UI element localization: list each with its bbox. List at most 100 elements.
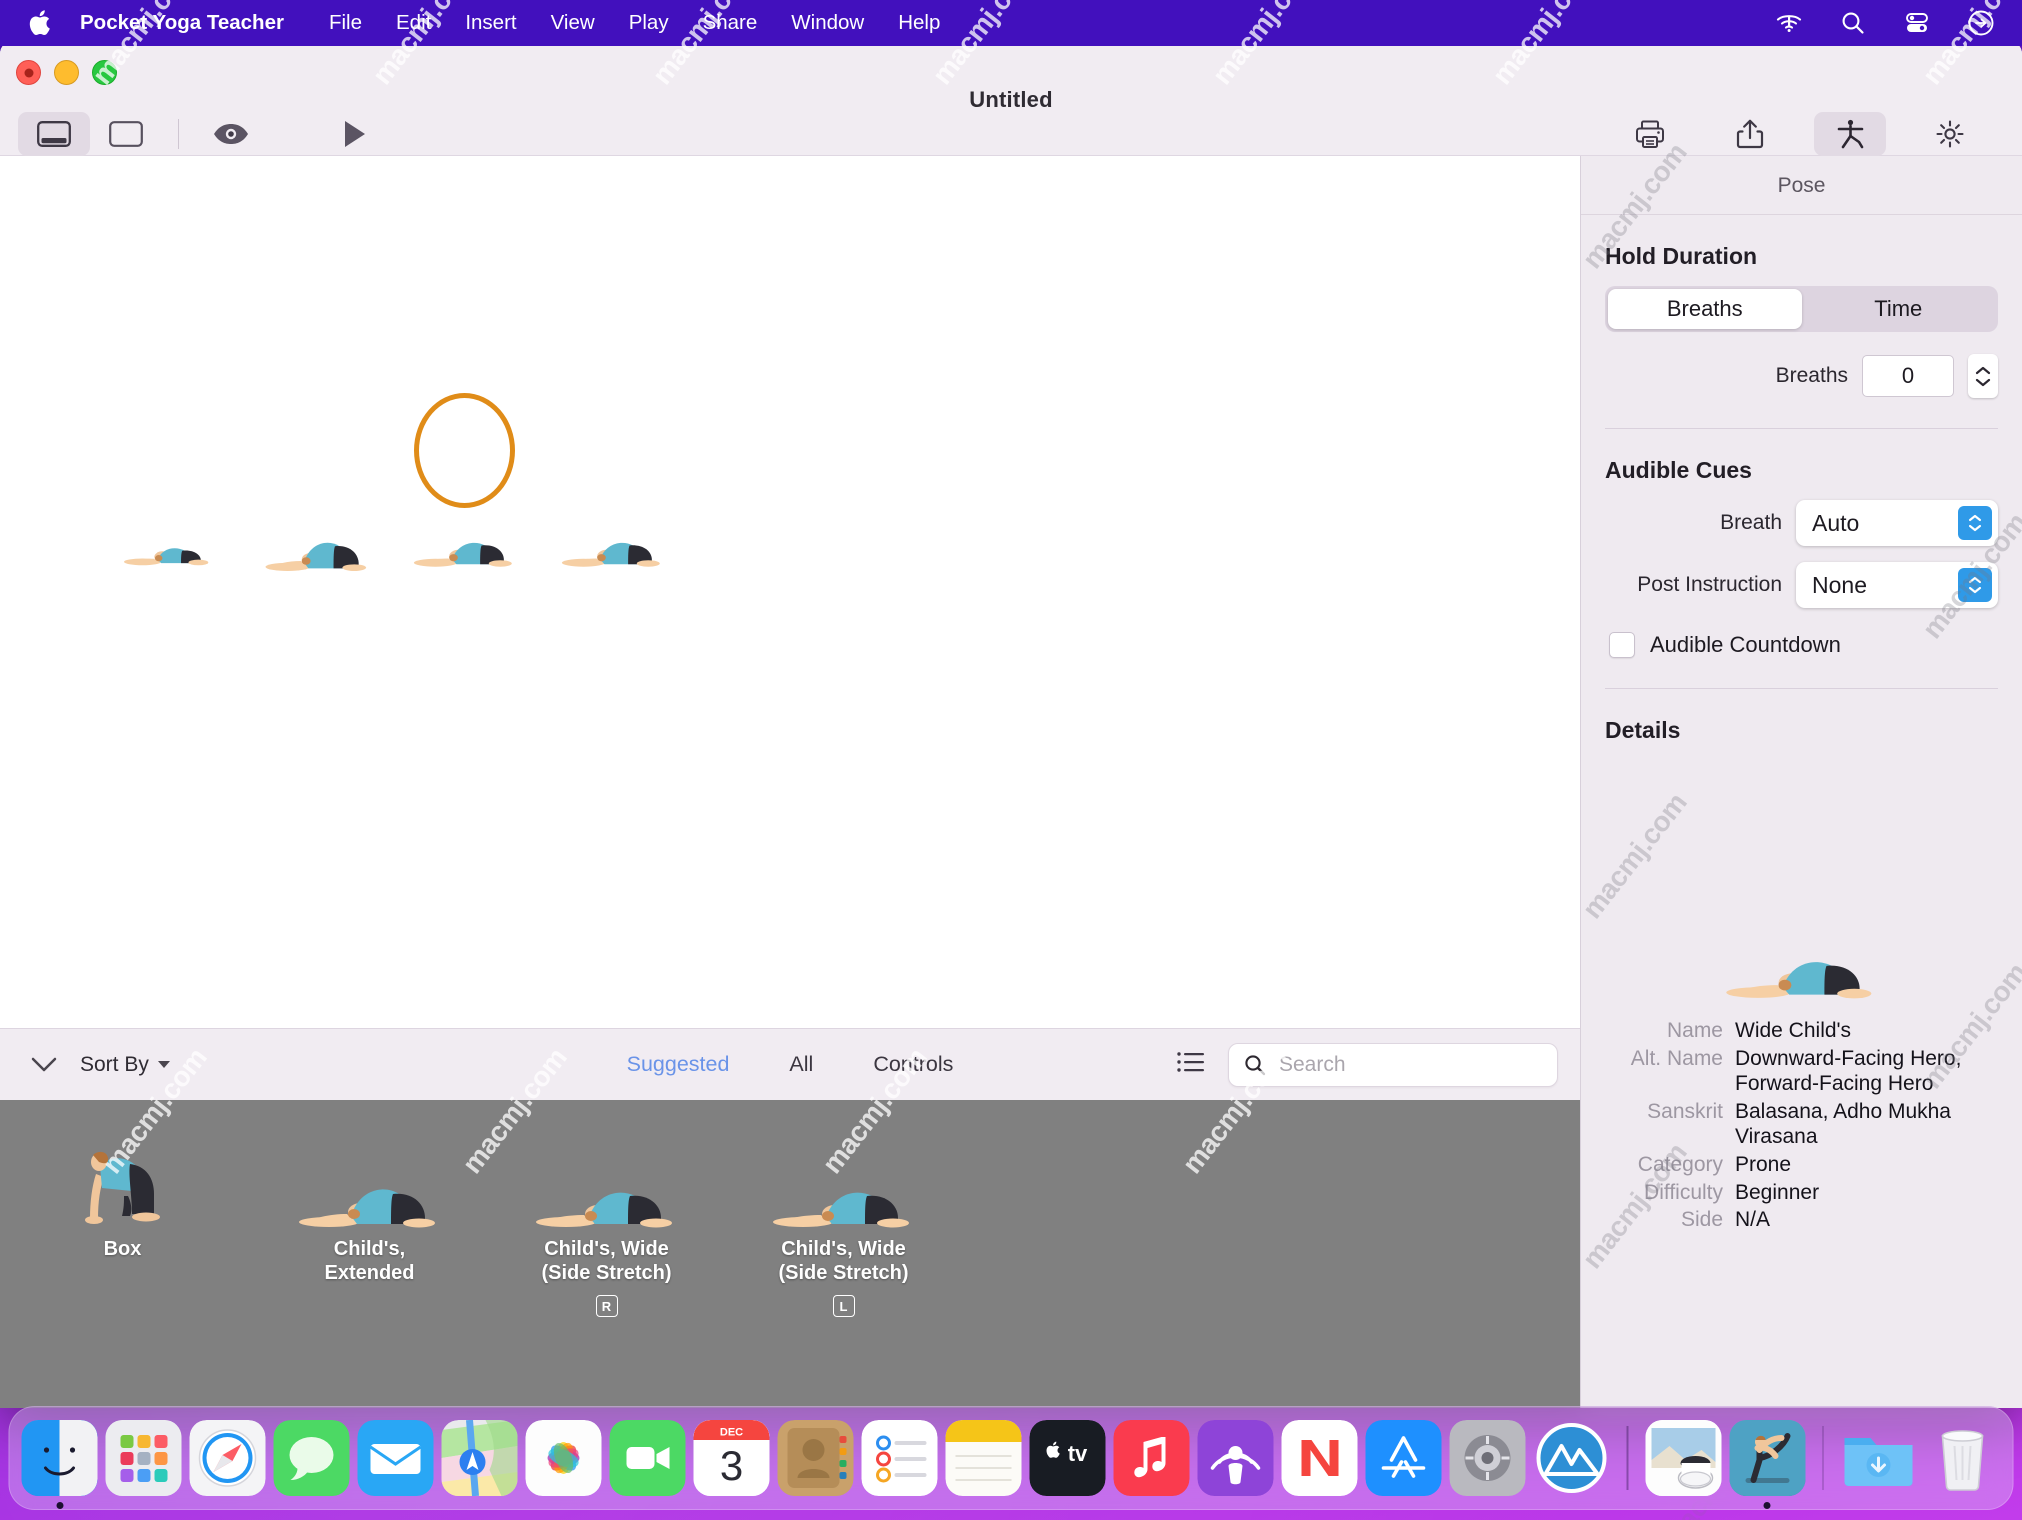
dock-item-preview[interactable] xyxy=(1645,1420,1721,1496)
audible-countdown-label: Audible Countdown xyxy=(1650,632,1841,657)
chevron-updown-icon xyxy=(1958,568,1992,602)
menu-play[interactable]: Play xyxy=(612,0,686,46)
pose-inspector-icon[interactable] xyxy=(1814,112,1886,156)
tab-all[interactable]: All xyxy=(789,1052,813,1077)
maximize-button[interactable] xyxy=(92,60,117,85)
settings-gear-icon[interactable] xyxy=(1914,112,1986,156)
search-input[interactable] xyxy=(1279,1052,1539,1077)
menu-insert[interactable]: Insert xyxy=(448,0,533,46)
control-center-icon[interactable] xyxy=(1902,8,1932,38)
search-box[interactable] xyxy=(1228,1042,1558,1087)
print-icon[interactable] xyxy=(1614,112,1686,156)
dock-item-appstore[interactable] xyxy=(1365,1420,1442,1496)
library-item[interactable]: Child's, Wide (Side Stretch) R xyxy=(494,1140,719,1318)
dock-item-notes[interactable] xyxy=(945,1420,1022,1496)
menu-app-name[interactable]: Pocket Yoga Teacher xyxy=(76,0,312,46)
dock-item-finder[interactable] xyxy=(21,1420,98,1509)
details-row-side: Side N/A xyxy=(1605,1207,1998,1233)
details-value: Wide Child's xyxy=(1735,1019,1852,1042)
dock-item-safari[interactable] xyxy=(189,1420,266,1496)
running-indicator xyxy=(56,1502,63,1509)
details-value: Prone xyxy=(1735,1153,1792,1177)
dock-item-downloads-folder[interactable] xyxy=(1841,1420,1917,1496)
dock-item-launchpad[interactable] xyxy=(105,1420,182,1496)
menu-window[interactable]: Window xyxy=(774,0,881,46)
post-instruction-value: None xyxy=(1812,571,1867,598)
segment-breaths[interactable]: Breaths xyxy=(1608,289,1802,329)
wifi-alert-icon[interactable] xyxy=(1774,8,1804,38)
library-item-label: Child's, Wide (Side Stretch) xyxy=(541,1238,672,1284)
post-instruction-select[interactable]: None xyxy=(1796,562,1998,608)
tab-suggested[interactable]: Suggested xyxy=(627,1052,730,1077)
details-key: Side xyxy=(1680,1208,1723,1232)
hold-duration-segmented-control[interactable]: Breaths Time xyxy=(1605,286,1998,332)
breath-cue-label: Breath xyxy=(1720,511,1782,534)
breath-cue-select[interactable]: Auto xyxy=(1796,500,1998,546)
audible-countdown-row[interactable]: Audible Countdown xyxy=(1609,632,1998,658)
dock-item-appletv[interactable]: tv xyxy=(1029,1420,1106,1496)
svg-text:tv: tv xyxy=(1068,1441,1088,1466)
sidebar-toggle-icon[interactable] xyxy=(18,112,90,156)
menu-file[interactable]: File xyxy=(312,0,379,46)
apple-menu-icon[interactable] xyxy=(28,8,54,38)
canvas-pose-4[interactable] xyxy=(559,523,667,573)
breaths-stepper[interactable] xyxy=(1968,354,1998,398)
dock-item-podcasts[interactable] xyxy=(1197,1420,1274,1496)
dock-divider xyxy=(1822,1426,1824,1490)
dock-item-trash[interactable] xyxy=(1925,1420,2001,1496)
app-window: Untitled Sort By Suggested All Controls … xyxy=(0,40,2022,1408)
dock: DEC 3 tv xyxy=(8,1406,2014,1510)
sort-by-button[interactable]: Sort By xyxy=(80,1053,170,1077)
canvas-pose-1[interactable] xyxy=(122,531,215,571)
list-view-icon[interactable] xyxy=(1176,1050,1206,1079)
canvas-pose-2[interactable] xyxy=(263,524,374,578)
segment-time[interactable]: Time xyxy=(1802,289,1996,329)
library-item[interactable]: Box xyxy=(10,1140,235,1262)
dock-divider xyxy=(1626,1426,1628,1490)
details-row-difficulty: Difficulty Beginner xyxy=(1605,1180,1998,1206)
audible-cues-heading: Audible Cues xyxy=(1605,457,1752,483)
play-icon[interactable] xyxy=(319,112,391,156)
dock-item-music[interactable] xyxy=(1113,1420,1190,1496)
sort-by-label: Sort By xyxy=(80,1052,149,1076)
breaths-label: Breaths xyxy=(1775,364,1848,387)
breaths-input[interactable]: 0 xyxy=(1862,355,1954,397)
menu-view[interactable]: View xyxy=(534,0,612,46)
dock-item-mountain-app[interactable] xyxy=(1534,1420,1610,1496)
dock-item-contacts[interactable] xyxy=(777,1420,854,1496)
dock-item-reminders[interactable] xyxy=(861,1420,938,1496)
dock-item-calendar[interactable]: DEC 3 xyxy=(693,1420,770,1496)
share-icon[interactable] xyxy=(1714,112,1786,156)
menu-bar-status-area xyxy=(1774,8,2022,38)
chevron-down-icon[interactable] xyxy=(22,1043,66,1087)
tab-controls[interactable]: Controls xyxy=(873,1052,953,1077)
details-value: Downward-Facing Hero, Forward-Facing Her… xyxy=(1735,1046,1962,1096)
minimize-button[interactable] xyxy=(54,60,79,85)
dock-item-maps[interactable] xyxy=(441,1420,518,1496)
library-item[interactable]: Child's, Extended xyxy=(257,1140,482,1285)
pose-library-strip[interactable]: Box Child's, Extended Child's, Wide (Sid… xyxy=(0,1100,1580,1408)
siri-icon[interactable] xyxy=(1966,8,1996,38)
search-icon[interactable] xyxy=(1838,8,1868,38)
pose-thumbnail xyxy=(295,1140,445,1232)
close-button[interactable] xyxy=(16,60,41,85)
running-indicator xyxy=(1763,1502,1771,1509)
audible-countdown-checkbox[interactable] xyxy=(1609,632,1635,658)
dock-item-facetime[interactable] xyxy=(609,1420,686,1496)
sequence-canvas[interactable] xyxy=(0,156,1580,1028)
preview-eye-icon[interactable] xyxy=(195,112,267,156)
menu-share[interactable]: Share xyxy=(686,0,775,46)
details-key: Sanskrit xyxy=(1647,1099,1723,1123)
canvas-view-icon[interactable] xyxy=(90,112,162,156)
dock-item-pocket-yoga-teacher[interactable] xyxy=(1729,1420,1805,1509)
dock-item-messages[interactable] xyxy=(273,1420,350,1496)
pose-thumbnail xyxy=(68,1140,178,1232)
dock-item-mail[interactable] xyxy=(357,1420,434,1496)
dock-item-photos[interactable] xyxy=(525,1420,602,1496)
dock-item-system-settings[interactable] xyxy=(1449,1420,1526,1496)
library-item[interactable]: Child's, Wide (Side Stretch) L xyxy=(731,1140,956,1318)
dock-item-news[interactable] xyxy=(1281,1420,1358,1496)
menu-help[interactable]: Help xyxy=(881,0,957,46)
menu-edit[interactable]: Edit xyxy=(379,0,448,46)
canvas-pose-3[interactable] xyxy=(411,523,519,573)
